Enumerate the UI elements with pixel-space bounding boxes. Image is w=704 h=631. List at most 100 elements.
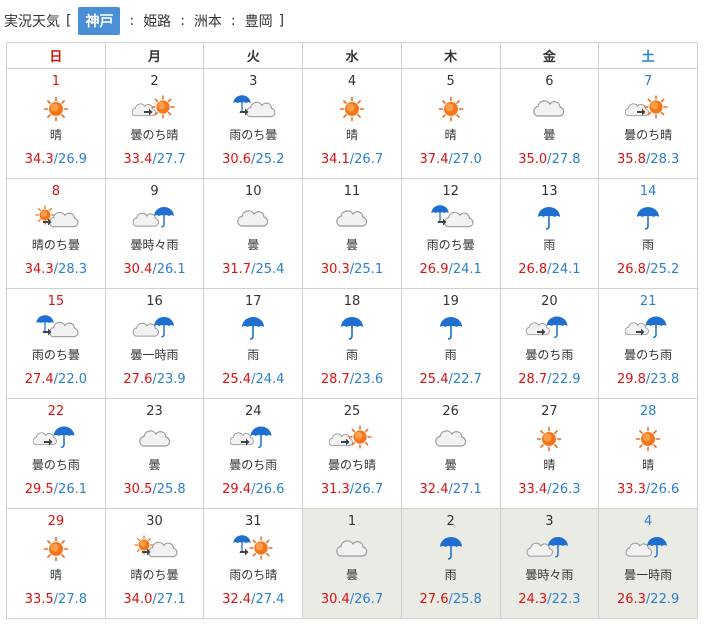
day-cell: 16 曇一時雨 27.6/23.9 <box>104 288 205 399</box>
high-temperature: 34.0 <box>123 592 153 607</box>
temperature-range: 29.5/26.1 <box>7 482 105 498</box>
sun-icon <box>303 93 401 125</box>
cloud-icon <box>303 533 401 565</box>
cloud-then-sun-icon <box>303 423 401 455</box>
low-temperature: 27.8 <box>551 152 581 167</box>
weather-label: 曇一時雨 <box>130 348 179 362</box>
area-selector-bar: 実況天気 [ 神戸 : 姫路 : 洲本 : 豊岡 ] <box>0 7 291 35</box>
day-number: 18 <box>343 294 361 309</box>
temperature-range: 27.6/25.8 <box>402 592 500 608</box>
temperature-range: 30.5/25.8 <box>106 482 204 498</box>
low-temperature: 26.6 <box>650 482 680 497</box>
low-temperature: 25.1 <box>354 262 384 277</box>
low-temperature: 27.0 <box>452 152 482 167</box>
low-temperature: 26.1 <box>58 482 87 497</box>
day-cell: 31 雨のち晴 32.4/27.4 <box>203 508 304 619</box>
high-temperature: 30.4 <box>320 592 350 607</box>
temperature-range: 30.4/26.7 <box>303 592 401 608</box>
day-cell: 11 曇 30.3/25.1 <box>302 178 402 289</box>
day-cell: 29 晴 33.5/27.8 <box>6 508 106 619</box>
low-temperature: 24.1 <box>452 262 482 277</box>
low-temperature: 25.8 <box>452 592 482 607</box>
weekday-tuesday: 火 <box>203 42 304 69</box>
weather-label: 曇 <box>345 568 358 582</box>
day-cell: 4 晴 34.1/26.7 <box>302 68 402 179</box>
weather-label: 曇のち晴 <box>624 128 673 142</box>
day-number: 12 <box>442 184 459 199</box>
day-cell: 13 雨 26.8/24.1 <box>499 178 600 289</box>
low-temperature: 22.0 <box>58 372 87 387</box>
low-temperature: 23.6 <box>354 372 384 387</box>
day-number: 3 <box>249 74 258 89</box>
day-cell: 28 晴 33.3/26.6 <box>598 398 698 509</box>
low-temperature: 22.9 <box>650 592 680 607</box>
temperature-range: 33.3/26.6 <box>599 482 697 498</box>
temperature-range: 35.8/28.3 <box>599 152 697 168</box>
day-number: 23 <box>146 404 163 419</box>
day-cell: 9 曇時々雨 30.4/26.1 <box>104 178 205 289</box>
weekday-saturday: 土 <box>598 42 698 69</box>
weather-label: 晴 <box>49 128 62 142</box>
day-number: 2 <box>446 514 455 529</box>
temperature-range: 26.3/22.9 <box>599 592 697 608</box>
low-temperature: 27.7 <box>156 152 186 167</box>
high-temperature: 32.4 <box>222 592 252 607</box>
area-link-toyooka[interactable]: 豊岡 <box>245 11 273 31</box>
day-number: 16 <box>146 294 163 309</box>
day-number: 19 <box>442 294 459 309</box>
day-cell: 26 曇 32.4/27.1 <box>400 398 501 509</box>
weather-label: 曇のち雨 <box>31 458 80 472</box>
area-link-sumoto[interactable]: 洲本 <box>194 11 222 31</box>
high-temperature: 25.4 <box>419 372 449 387</box>
weather-label: 曇一時雨 <box>624 568 673 582</box>
temperature-range: 25.4/22.7 <box>402 372 500 388</box>
low-temperature: 26.3 <box>551 482 581 497</box>
bracket-close: ] <box>278 13 285 29</box>
low-temperature: 26.9 <box>58 152 87 167</box>
temperature-range: 29.8/23.8 <box>599 372 697 388</box>
weekday-sunday: 日 <box>6 42 106 69</box>
temperature-range: 30.3/25.1 <box>303 262 401 278</box>
weather-label: 雨のち曇 <box>229 128 278 142</box>
weather-label: 曇 <box>543 128 556 142</box>
day-cell: 21 曇のち雨 29.8/23.8 <box>598 288 698 399</box>
cloud-then-sun-icon <box>106 93 204 125</box>
weather-label: 晴 <box>444 128 457 142</box>
temperature-range: 26.9/24.1 <box>402 262 500 278</box>
area-link-himeji[interactable]: 姫路 <box>143 11 171 31</box>
day-number: 14 <box>639 184 657 199</box>
temperature-range: 33.5/27.8 <box>7 592 105 608</box>
low-temperature: 25.2 <box>650 262 680 277</box>
temperature-range: 32.4/27.1 <box>402 482 500 498</box>
sun-icon <box>7 93 105 125</box>
temperature-range: 29.4/26.6 <box>204 482 302 498</box>
day-cell: 3 曇時々雨 24.3/22.3 <box>499 508 600 619</box>
day-number: 7 <box>643 74 653 89</box>
temperature-range: 27.4/22.0 <box>7 372 105 388</box>
low-temperature: 28.3 <box>650 152 680 167</box>
area-tab-kobe-active[interactable]: 神戸 <box>78 7 121 35</box>
rain-icon <box>599 203 697 235</box>
high-temperature: 35.0 <box>518 152 548 167</box>
cloud-sometimes-rain-icon <box>501 533 599 565</box>
temperature-range: 28.7/23.6 <box>303 372 401 388</box>
high-temperature: 32.4 <box>419 482 449 497</box>
rain-then-cloud-icon <box>204 93 302 125</box>
low-temperature: 27.1 <box>452 482 482 497</box>
day-cell: 22 曇のち雨 29.5/26.1 <box>6 398 106 509</box>
low-temperature: 27.1 <box>156 592 186 607</box>
high-temperature: 34.3 <box>24 152 54 167</box>
rain-icon <box>204 313 302 345</box>
low-temperature: 27.4 <box>255 592 285 607</box>
high-temperature: 28.7 <box>320 372 350 387</box>
cloud-icon <box>106 423 204 455</box>
high-temperature: 33.5 <box>24 592 54 607</box>
weather-label: 雨 <box>543 238 556 252</box>
high-temperature: 33.4 <box>123 152 153 167</box>
cloud-sometimes-rain-icon <box>106 203 204 235</box>
day-cell: 20 曇のち雨 28.7/22.9 <box>499 288 600 399</box>
sun-icon <box>402 93 500 125</box>
high-temperature: 28.7 <box>518 372 548 387</box>
day-number: 10 <box>244 184 262 199</box>
weather-label: 雨のち曇 <box>31 348 80 362</box>
